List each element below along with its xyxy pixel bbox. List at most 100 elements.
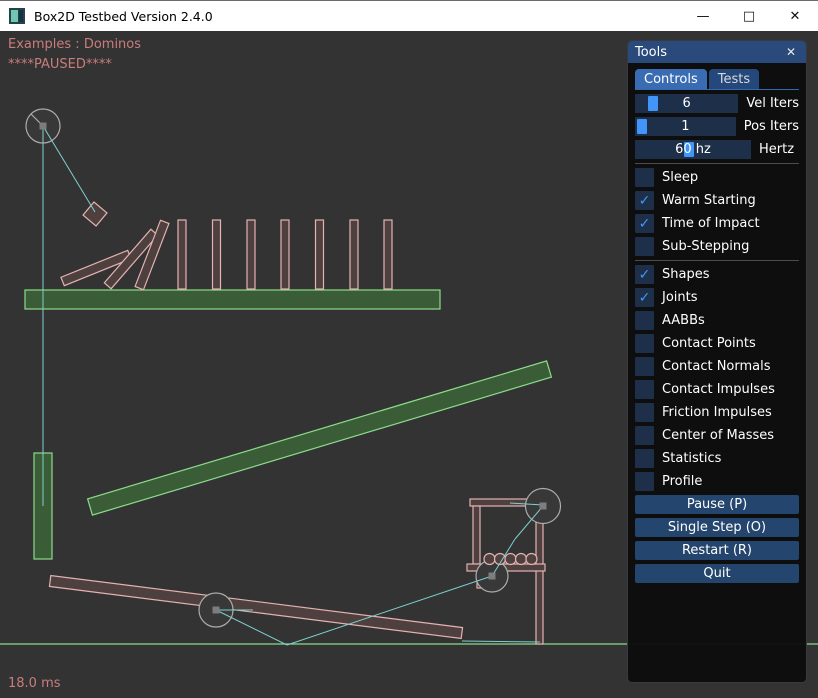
checkbox-label: Profile bbox=[662, 474, 702, 489]
checkbox-label: AABBs bbox=[662, 313, 705, 328]
domino bbox=[213, 220, 221, 289]
checkbox-contact-impulses[interactable] bbox=[635, 380, 654, 399]
checkbox-center-of-masses[interactable] bbox=[635, 426, 654, 445]
window-titlebar: Box2D Testbed Version 2.4.0 — □ ✕ bbox=[0, 0, 818, 31]
domino bbox=[316, 220, 324, 289]
checkbox-label: Sub-Stepping bbox=[662, 239, 749, 254]
checkbox-joints[interactable]: ✓ bbox=[635, 288, 654, 307]
joint-anchor bbox=[489, 573, 496, 580]
window-title: Box2D Testbed Version 2.4.0 bbox=[34, 9, 213, 24]
domino bbox=[281, 220, 289, 289]
checkbox-row-warm-starting: ✓ Warm Starting bbox=[635, 191, 799, 210]
ball bbox=[516, 554, 527, 565]
checkbox-label: Center of Masses bbox=[662, 428, 774, 443]
checkbox-label: Joints bbox=[662, 290, 698, 305]
frame-right-post bbox=[536, 506, 543, 644]
checkbox-friction-impulses[interactable] bbox=[635, 403, 654, 422]
tools-panel: Tools ✕ ControlsTests 6 Vel Iters 1 Pos Ite… bbox=[627, 40, 807, 683]
checkbox-row-center-of-masses: Center of Masses bbox=[635, 426, 799, 445]
slider-row-pos-iters: 1 Pos Iters bbox=[635, 117, 799, 136]
checkbox-row-shapes: ✓ Shapes bbox=[635, 265, 799, 284]
check-icon: ✓ bbox=[639, 268, 651, 282]
joint-anchor bbox=[540, 503, 547, 510]
checkbox-row-sub-stepping: Sub-Stepping bbox=[635, 237, 799, 256]
tools-panel-titlebar[interactable]: Tools ✕ bbox=[628, 41, 806, 63]
checkbox-label: Time of Impact bbox=[662, 216, 760, 231]
checkbox-label: Contact Normals bbox=[662, 359, 771, 374]
checkbox-label: Contact Impulses bbox=[662, 382, 775, 397]
checkbox-shapes[interactable]: ✓ bbox=[635, 265, 654, 284]
maximize-button[interactable]: □ bbox=[726, 1, 772, 31]
checkbox-row-contact-points: Contact Points bbox=[635, 334, 799, 353]
checkbox-label: Statistics bbox=[662, 451, 721, 466]
domino bbox=[350, 220, 358, 289]
checkbox-label: Sleep bbox=[662, 170, 698, 185]
joint-anchor bbox=[40, 123, 47, 130]
separator bbox=[635, 163, 799, 164]
slider-label: Pos Iters bbox=[744, 119, 799, 134]
checkbox-contact-normals[interactable] bbox=[635, 357, 654, 376]
frame-time-label: 18.0 ms bbox=[8, 676, 61, 691]
check-icon: ✓ bbox=[639, 194, 651, 208]
check-icon: ✓ bbox=[639, 291, 651, 305]
checkbox-label: Contact Points bbox=[662, 336, 756, 351]
joint-anchor bbox=[213, 607, 220, 614]
joint-line bbox=[462, 641, 540, 642]
checkbox-row-time-of-impact: ✓ Time of Impact bbox=[635, 214, 799, 233]
slider-row-vel-iters: 6 Vel Iters bbox=[635, 94, 799, 113]
checkbox-row-joints: ✓ Joints bbox=[635, 288, 799, 307]
slider-hertz[interactable]: 60 hz bbox=[635, 140, 751, 159]
checkbox-aabbs[interactable] bbox=[635, 311, 654, 330]
checkbox-label: Warm Starting bbox=[662, 193, 756, 208]
slider-value: 6 bbox=[635, 94, 738, 113]
restart-r-button[interactable]: Restart (R) bbox=[635, 541, 799, 560]
checkbox-contact-points[interactable] bbox=[635, 334, 654, 353]
checkbox-sub-stepping[interactable] bbox=[635, 237, 654, 256]
tab-controls[interactable]: Controls bbox=[635, 69, 707, 89]
checkbox-statistics[interactable] bbox=[635, 449, 654, 468]
domino bbox=[384, 220, 392, 289]
checkbox-row-statistics: Statistics bbox=[635, 449, 799, 468]
domino bbox=[178, 220, 186, 289]
checkbox-sleep[interactable] bbox=[635, 168, 654, 187]
slider-value: 60 hz bbox=[635, 140, 751, 159]
ball bbox=[484, 554, 495, 565]
checkbox-label: Shapes bbox=[662, 267, 709, 282]
domino bbox=[247, 220, 255, 289]
checkbox-profile[interactable] bbox=[635, 472, 654, 491]
checkbox-row-contact-impulses: Contact Impulses bbox=[635, 380, 799, 399]
frame-left-post bbox=[473, 506, 480, 564]
check-icon: ✓ bbox=[639, 217, 651, 231]
slider-label: Hertz bbox=[759, 142, 794, 157]
ball bbox=[526, 554, 537, 565]
app-icon bbox=[9, 8, 25, 24]
pendulum-box bbox=[83, 202, 107, 226]
checkbox-label: Friction Impulses bbox=[662, 405, 772, 420]
pause-p-button[interactable]: Pause (P) bbox=[635, 495, 799, 514]
slider-pos-iters[interactable]: 1 bbox=[635, 117, 736, 136]
tools-panel-title: Tools bbox=[635, 45, 783, 60]
platform bbox=[25, 290, 440, 309]
ramp bbox=[88, 361, 552, 515]
checkbox-row-friction-impulses: Friction Impulses bbox=[635, 403, 799, 422]
checkbox-warm-starting[interactable]: ✓ bbox=[635, 191, 654, 210]
minimize-button[interactable]: — bbox=[680, 1, 726, 31]
checkbox-row-sleep: Sleep bbox=[635, 168, 799, 187]
example-label: Examples : Dominos bbox=[8, 37, 141, 52]
joint-line bbox=[43, 126, 95, 212]
checkbox-row-aabbs: AABBs bbox=[635, 311, 799, 330]
checkbox-row-contact-normals: Contact Normals bbox=[635, 357, 799, 376]
checkbox-row-profile: Profile bbox=[635, 472, 799, 491]
quit-button[interactable]: Quit bbox=[635, 564, 799, 583]
checkbox-time-of-impact[interactable]: ✓ bbox=[635, 214, 654, 233]
tab-tests[interactable]: Tests bbox=[709, 69, 759, 89]
ball bbox=[505, 554, 516, 565]
single-step-o-button[interactable]: Single Step (O) bbox=[635, 518, 799, 537]
paused-label: ****PAUSED**** bbox=[8, 57, 112, 72]
slider-label: Vel Iters bbox=[746, 96, 799, 111]
slider-vel-iters[interactable]: 6 bbox=[635, 94, 738, 113]
separator bbox=[635, 260, 799, 261]
close-button[interactable]: ✕ bbox=[772, 1, 818, 31]
panel-close-icon[interactable]: ✕ bbox=[783, 44, 799, 60]
slider-value: 1 bbox=[635, 117, 736, 136]
